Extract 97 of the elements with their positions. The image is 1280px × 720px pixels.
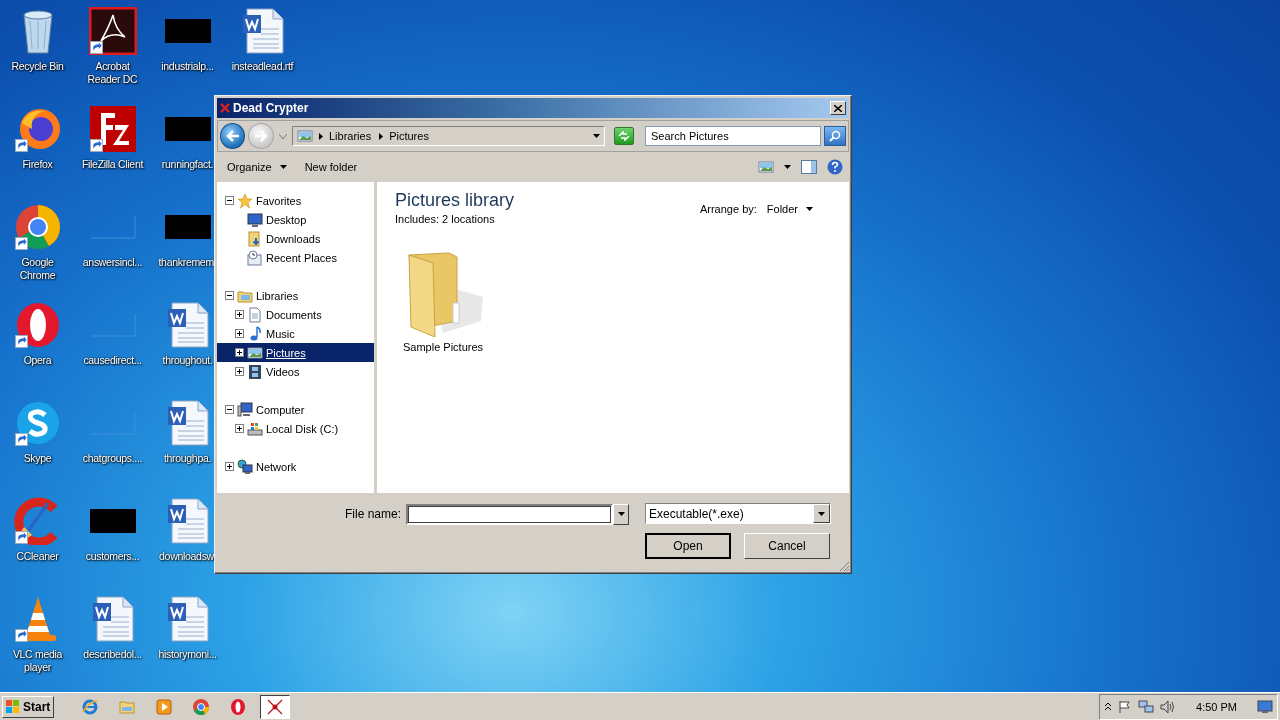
arrange-dropdown[interactable]: Folder	[766, 203, 813, 215]
play-button-icon	[155, 697, 173, 716]
search-button[interactable]	[824, 126, 846, 146]
redacted-block	[164, 215, 211, 239]
folder-download-icon	[247, 230, 263, 247]
cross-mark-icon	[266, 697, 284, 716]
search-icon	[829, 130, 842, 142]
cancel-button[interactable]: Cancel	[744, 533, 830, 559]
tree-item[interactable]: Desktop	[217, 210, 374, 229]
toolbar-button[interactable]: New folder	[298, 158, 364, 176]
network-globe-icon	[237, 458, 253, 475]
expand-toggle[interactable]	[235, 329, 244, 338]
toolbar-button[interactable]: Organize	[221, 158, 293, 176]
faint-outline-icon	[89, 411, 136, 435]
browser-icon	[229, 697, 247, 716]
network-icon[interactable]	[1138, 699, 1155, 714]
tree-item[interactable]: Downloads	[217, 229, 374, 248]
star-icon	[237, 192, 253, 209]
chevron-up-icon[interactable]	[1104, 701, 1113, 712]
collapse-toggle[interactable]	[225, 405, 234, 414]
tree-item[interactable]: Pictures	[217, 343, 374, 362]
back-button[interactable]	[220, 123, 246, 149]
taskbar-app-button[interactable]	[260, 694, 290, 719]
browser-icon	[13, 203, 62, 251]
computer-icon	[237, 401, 253, 418]
speaker-icon[interactable]	[1160, 699, 1177, 714]
collapse-toggle[interactable]	[225, 291, 234, 300]
monitor-icon[interactable]	[1257, 699, 1273, 714]
film-strip-icon	[247, 363, 263, 380]
caret-icon	[617, 512, 625, 516]
caret-icon	[806, 207, 813, 211]
redacted-block	[164, 117, 211, 141]
tree-item[interactable]: Documents	[217, 305, 374, 324]
caret-icon	[279, 165, 287, 169]
expand-toggle[interactable]	[235, 424, 244, 433]
pdf-reader-icon	[88, 7, 137, 55]
folder-item[interactable]: Sample Pictures	[395, 241, 491, 353]
landscape-image-icon	[758, 159, 774, 175]
tree-item[interactable]: Local Disk (C:)	[217, 419, 374, 438]
recent-places-icon	[247, 249, 263, 266]
address-bar[interactable]: Libraries Pictures	[291, 126, 606, 146]
expand-toggle[interactable]	[235, 367, 244, 376]
tree-item[interactable]: Libraries	[217, 286, 374, 305]
chevron-icon	[379, 132, 384, 140]
tree-item[interactable]: Network	[217, 457, 374, 476]
collapse-toggle[interactable]	[225, 196, 234, 205]
preview-pane-icon	[801, 160, 817, 174]
chevron-icon	[318, 132, 323, 140]
caret-icon	[278, 133, 287, 139]
browser-icon	[81, 697, 99, 716]
expand-toggle[interactable]	[225, 462, 234, 471]
refresh-button[interactable]	[614, 127, 634, 145]
tree-item[interactable]: Recent Places	[217, 248, 374, 267]
windows-logo-icon	[5, 699, 21, 714]
hard-disk-icon	[247, 420, 263, 437]
search-field[interactable]: Search Pictures	[645, 126, 822, 146]
document-icon	[247, 306, 263, 323]
browser-icon	[192, 697, 210, 716]
forward-arrow-icon	[254, 130, 269, 142]
file-name-label: File name:	[344, 507, 401, 521]
landscape-image-icon	[296, 128, 313, 144]
caret-icon	[784, 165, 791, 169]
tree-item[interactable]: Favorites	[217, 191, 374, 210]
flag-icon[interactable]	[1118, 699, 1133, 714]
close-icon	[834, 104, 842, 112]
tree-item[interactable]: Music	[217, 324, 374, 343]
dropdown-caret-icon	[593, 134, 601, 138]
faint-outline-icon	[89, 313, 136, 337]
file-name-field[interactable]	[406, 503, 613, 525]
tree-item[interactable]: Computer	[217, 400, 374, 419]
ftp-client-icon	[88, 105, 137, 153]
expand-toggle[interactable]	[235, 348, 244, 357]
close-button[interactable]	[830, 101, 846, 115]
open-button[interactable]: Open	[645, 533, 731, 559]
redacted-block	[89, 509, 136, 533]
library-subtitle: Includes: 2 locations	[395, 213, 496, 225]
resize-grip[interactable]	[839, 561, 850, 572]
refresh-icon	[618, 131, 631, 141]
back-arrow-icon	[225, 130, 240, 142]
breadcrumb-item[interactable]: Libraries	[316, 130, 374, 142]
dropdown-button[interactable]	[613, 503, 629, 525]
start-button[interactable]: Start	[2, 695, 54, 718]
clock[interactable]: 4:50 PM	[1196, 700, 1237, 713]
cross-mark-icon	[220, 103, 230, 113]
library-title: Pictures library	[395, 190, 515, 210]
breadcrumb-item[interactable]: Pictures	[377, 130, 431, 142]
window-title: Dead Crypter	[233, 101, 310, 115]
monitor-icon	[247, 211, 263, 228]
file-type-dropdown[interactable]: Executable(*.exe)	[645, 503, 831, 524]
tree-item[interactable]: Videos	[217, 362, 374, 381]
redacted-block	[164, 19, 211, 43]
arrange-label: Arrange by:	[699, 203, 757, 215]
help-icon	[827, 159, 843, 175]
expand-toggle[interactable]	[235, 310, 244, 319]
landscape-image-icon	[247, 344, 263, 361]
faint-outline-icon	[89, 215, 136, 239]
caret-icon	[818, 511, 825, 516]
